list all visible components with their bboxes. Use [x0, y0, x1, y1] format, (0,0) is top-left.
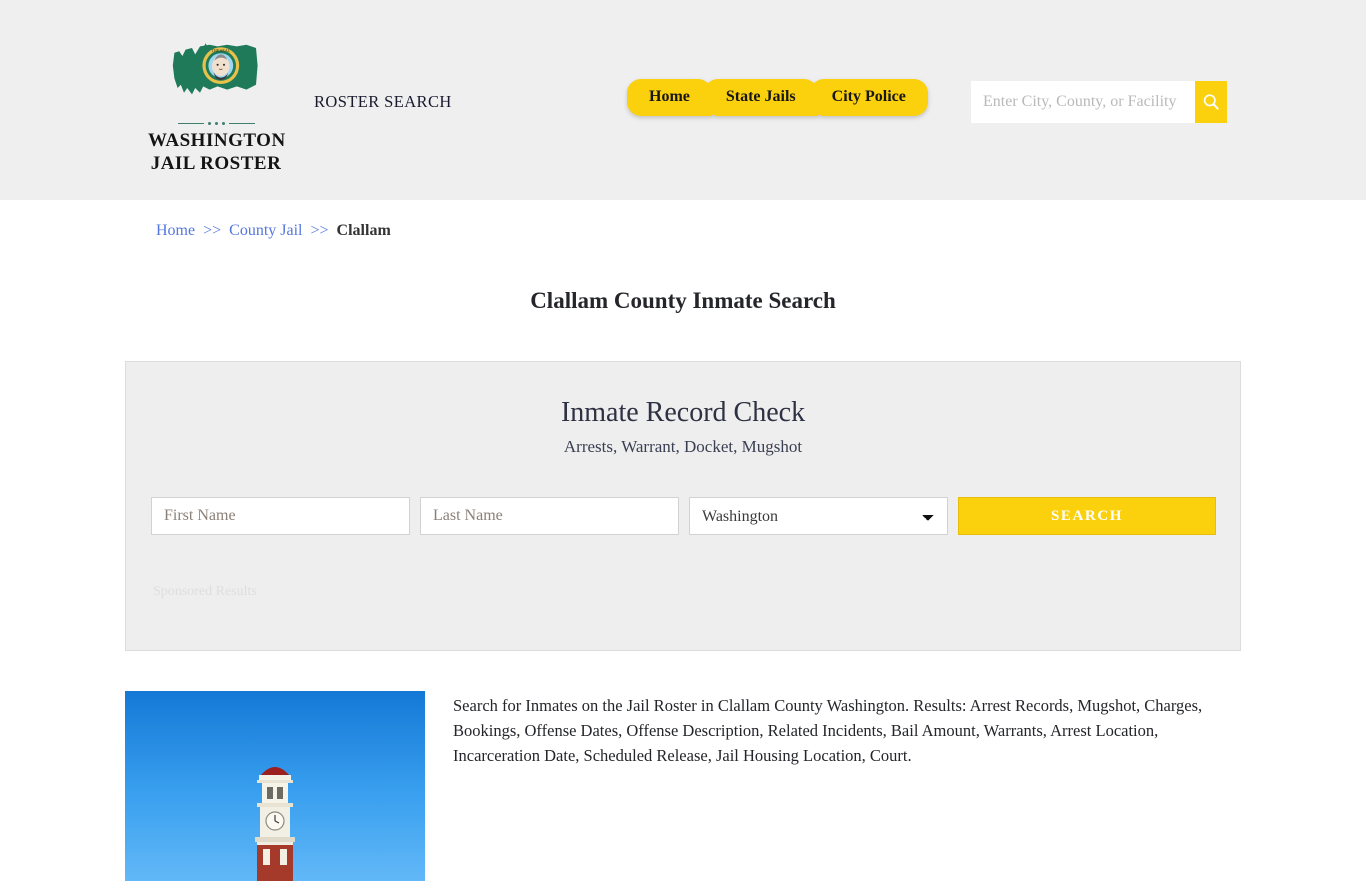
- header-search-input[interactable]: [971, 81, 1195, 123]
- svg-text:THE SEAL: THE SEAL: [211, 48, 230, 53]
- washington-state-flag-icon: THE SEAL: [172, 43, 258, 95]
- nav-tab-state-jails[interactable]: State Jails: [703, 79, 818, 116]
- search-submit-button[interactable]: SEARCH: [958, 497, 1216, 535]
- breadcrumb-separator: >>: [310, 222, 329, 239]
- county-description: Search for Inmates on the Jail Roster in…: [453, 696, 1203, 765]
- state-select[interactable]: Washington: [689, 497, 948, 535]
- header-search-box: [971, 81, 1227, 123]
- last-name-input[interactable]: [420, 497, 679, 535]
- logo-divider-ornament: [148, 122, 284, 125]
- breadcrumb-item-county-jail[interactable]: County Jail: [229, 222, 302, 239]
- nav-tab-home[interactable]: Home: [627, 79, 712, 116]
- panel-subtitle: Arrests, Warrant, Docket, Mugshot: [563, 436, 803, 456]
- inmate-record-check-panel: Inmate Record Check Arrests, Warrant, Do…: [125, 361, 1241, 651]
- courthouse-tower-illustration: [255, 767, 295, 881]
- inmate-search-form: Washington SEARCH: [151, 497, 1216, 535]
- header-search-button[interactable]: [1195, 81, 1227, 123]
- first-name-input[interactable]: [151, 497, 410, 535]
- search-icon: [1203, 94, 1219, 110]
- breadcrumb: Home >> County Jail >> Clallam: [156, 222, 391, 240]
- logo-text-line2: JAIL ROSTER: [150, 153, 282, 175]
- sponsored-results-label: Sponsored Results: [153, 584, 257, 599]
- page-title: Clallam County Inmate Search: [530, 288, 836, 314]
- breadcrumb-item-home[interactable]: Home: [156, 222, 195, 239]
- site-header: THE SEAL WASHINGTON JAIL ROSTER ROSTER S…: [0, 0, 1366, 200]
- site-tagline: ROSTER SEARCH: [314, 92, 452, 111]
- county-courthouse-photo: [125, 691, 425, 881]
- site-logo[interactable]: THE SEAL WASHINGTON JAIL ROSTER: [148, 40, 286, 175]
- breadcrumb-item-current: Clallam: [336, 222, 391, 239]
- county-content-row: Search for Inmates on the Jail Roster in…: [125, 691, 1245, 881]
- nav-tab-city-police[interactable]: City Police: [809, 79, 928, 116]
- breadcrumb-separator: >>: [203, 222, 222, 239]
- main-navigation: Home State Jails City Police: [627, 79, 928, 116]
- panel-title: Inmate Record Check: [560, 397, 806, 428]
- logo-text-line1: WASHINGTON: [148, 130, 286, 151]
